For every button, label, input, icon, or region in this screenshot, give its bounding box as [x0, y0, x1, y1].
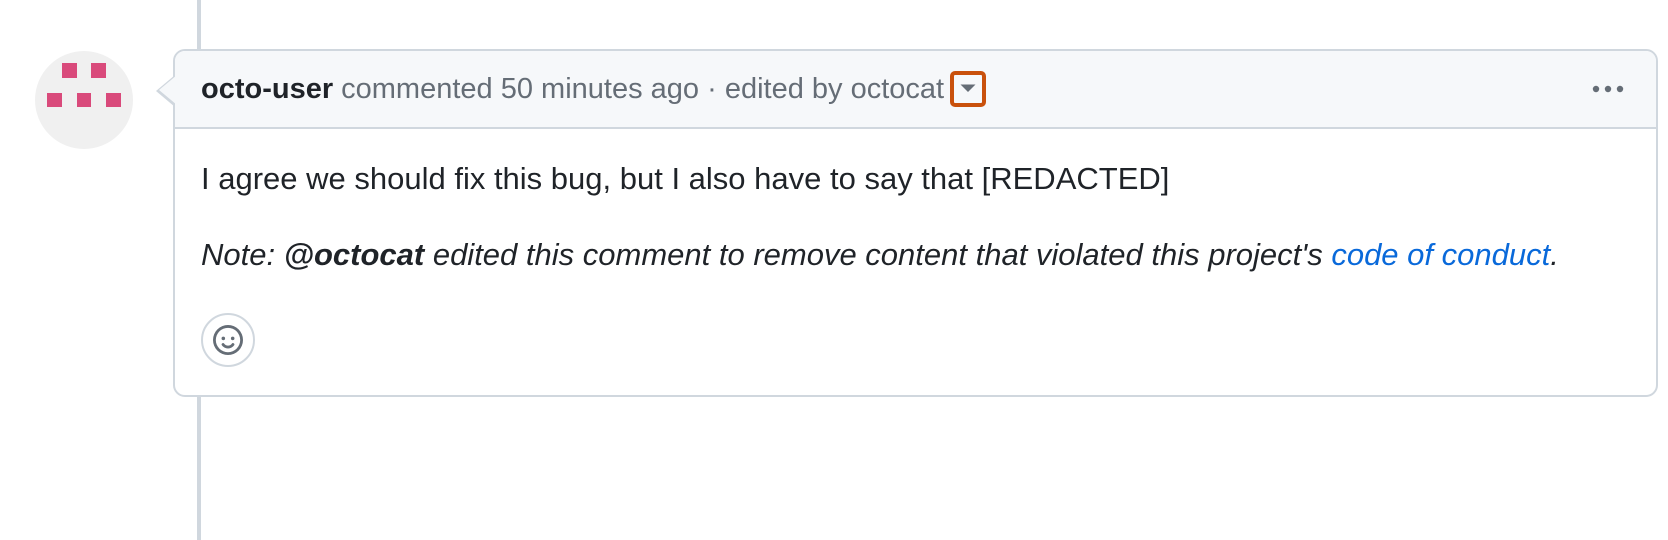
separator: ·	[707, 73, 717, 105]
edited-by-user[interactable]: octocat	[851, 73, 945, 105]
comment-container: octo-user commented 50 minutes ago · edi…	[35, 49, 1658, 397]
author-link[interactable]: octo-user	[201, 73, 333, 106]
kebab-icon	[1590, 83, 1626, 95]
code-of-conduct-link[interactable]: code of conduct	[1331, 237, 1550, 272]
comment-body: I agree we should fix this bug, but I al…	[175, 129, 1656, 395]
note-prefix: Note:	[201, 237, 275, 272]
comment-box: octo-user commented 50 minutes ago · edi…	[173, 49, 1658, 397]
edited-prefix: edited by	[725, 73, 843, 105]
note-suffix: .	[1550, 237, 1559, 272]
edit-history-dropdown[interactable]	[950, 71, 986, 107]
note-rest: edited this comment to remove content th…	[433, 237, 1323, 272]
add-reaction-button[interactable]	[201, 313, 255, 367]
action-label: commented	[341, 73, 493, 105]
avatar-pattern	[35, 51, 133, 149]
comment-header: octo-user commented 50 minutes ago · edi…	[175, 51, 1656, 129]
commented-label: commented 50 minutes ago · edited by oct…	[341, 73, 944, 106]
editor-note: Note: @octocat edited this comment to re…	[201, 231, 1630, 279]
chevron-down-icon	[959, 83, 977, 95]
note-mention[interactable]: @octocat	[284, 237, 424, 272]
comment-actions-menu[interactable]	[1586, 67, 1630, 111]
timestamp[interactable]: 50 minutes ago	[501, 73, 699, 105]
smiley-icon	[213, 325, 243, 355]
comment-body-text: I agree we should fix this bug, but I al…	[201, 155, 1630, 203]
author-avatar[interactable]	[35, 51, 133, 149]
